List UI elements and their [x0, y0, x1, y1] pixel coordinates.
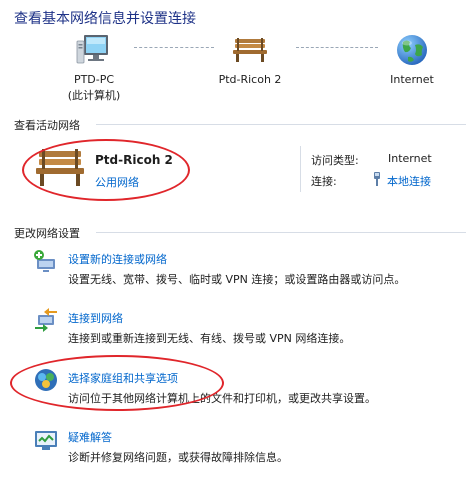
section-divider [96, 232, 466, 233]
change-settings-heading: 更改网络设置 [14, 227, 80, 240]
map-connector [134, 47, 214, 48]
map-node-internet: Internet [372, 72, 452, 88]
map-node-sub: (此计算机) [67, 89, 121, 102]
annotation-ellipse [10, 355, 224, 411]
computer-icon [76, 33, 112, 67]
troubleshoot-icon [33, 427, 59, 453]
map-node-computer: PTD-PC (此计算机) [50, 72, 138, 104]
task-troubleshoot-link[interactable]: 疑难解答 [68, 429, 112, 445]
map-node-name: PTD-PC [73, 73, 115, 86]
map-node-name: Internet [390, 73, 434, 86]
ethernet-icon [372, 171, 382, 187]
local-connection-link[interactable]: 本地连接 [387, 173, 431, 189]
map-connector [296, 47, 378, 48]
map-node-name: Ptd-Ricoh 2 [218, 73, 282, 86]
connection-label: 连接: [311, 175, 337, 188]
new-connection-icon [33, 249, 59, 275]
column-divider [300, 146, 301, 192]
access-type-value: Internet [388, 152, 432, 165]
annotation-ellipse [22, 139, 190, 201]
section-divider [96, 124, 466, 125]
task-new-connection-desc: 设置无线、宽带、拨号、临时或 VPN 连接；或设置路由器或访问点。 [68, 273, 406, 286]
task-troubleshoot-desc: 诊断并修复网络问题，或获得故障排除信息。 [68, 451, 288, 464]
active-networks-heading: 查看活动网络 [14, 119, 80, 132]
task-connect-network-desc: 连接到或重新连接到无线、有线、拨号或 VPN 网络连接。 [68, 332, 351, 345]
park-bench-icon [232, 37, 268, 63]
connect-network-icon [33, 307, 59, 333]
task-connect-network-link[interactable]: 连接到网络 [68, 310, 123, 326]
page-title: 查看基本网络信息并设置连接 [14, 11, 196, 27]
access-type-label: 访问类型: [311, 154, 359, 167]
map-node-network: Ptd-Ricoh 2 [200, 72, 300, 88]
globe-icon [395, 33, 429, 67]
task-new-connection-link[interactable]: 设置新的连接或网络 [68, 251, 167, 267]
